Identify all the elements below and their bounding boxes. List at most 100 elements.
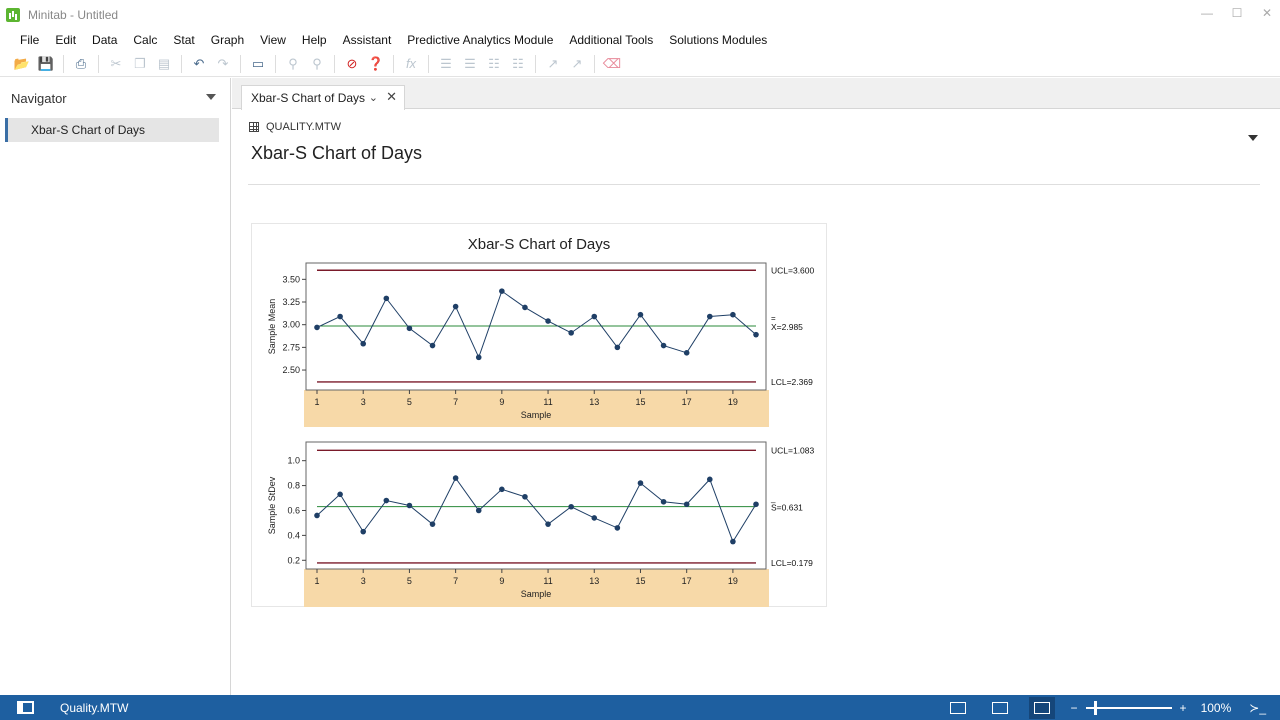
- command-line-icon[interactable]: ≻_: [1249, 701, 1266, 715]
- plot-area: [305, 441, 767, 570]
- menu-data[interactable]: Data: [84, 33, 125, 47]
- cancel-icon[interactable]: ⊘: [342, 54, 362, 74]
- lcl-label: LCL=0.179: [771, 558, 813, 568]
- zoom-slider-thumb[interactable]: [1094, 700, 1098, 715]
- menu-assistant[interactable]: Assistant: [335, 33, 400, 47]
- x-tick-label: 11: [543, 397, 552, 407]
- menu-file[interactable]: File: [12, 33, 47, 47]
- data-point: [499, 288, 505, 294]
- chart-title: Xbar-S Chart of Days: [468, 236, 611, 253]
- toolbar-divider: [98, 54, 99, 73]
- toolbar-divider: [181, 54, 182, 73]
- window-title: Minitab - Untitled: [28, 8, 119, 22]
- chart-svg: Xbar-S Chart of Days 2.50 2.75 3.00 3.25 3.5…: [267, 236, 815, 607]
- sort-icon[interactable]: ☷: [508, 54, 528, 74]
- data-point: [683, 350, 690, 356]
- data-point: [499, 486, 505, 493]
- data-point: [337, 313, 343, 320]
- x-tick-label: 17: [682, 397, 692, 407]
- window-icon[interactable]: ▭: [248, 54, 268, 74]
- eraser-icon[interactable]: ⌫: [602, 54, 622, 74]
- x-tick-label: 9: [499, 397, 504, 407]
- menu-calc[interactable]: Calc: [125, 33, 165, 47]
- tab-label: Xbar-S Chart of Days: [251, 91, 366, 105]
- menu-graph[interactable]: Graph: [203, 33, 252, 47]
- data-point: [429, 521, 436, 527]
- print-icon[interactable]: ⎙: [71, 54, 91, 74]
- x-tick-label: 19: [728, 576, 738, 586]
- menu-view[interactable]: View: [252, 33, 294, 47]
- x-axis-label: Sample: [521, 589, 552, 599]
- toolbar-divider: [428, 54, 429, 73]
- y-tick-label: 2.75: [282, 342, 300, 352]
- grid-view-icon[interactable]: [991, 701, 1008, 714]
- data-point: [429, 342, 436, 349]
- layout-icon[interactable]: ☰: [460, 54, 480, 74]
- tab-xbar-s-chart[interactable]: Xbar-S Chart of Days ⌄ ✕: [241, 85, 405, 110]
- help-icon[interactable]: ❓: [366, 54, 386, 74]
- data-point: [383, 497, 390, 504]
- worksheet-view-icon[interactable]: [949, 701, 966, 714]
- worksheet-grid-icon: [249, 122, 259, 132]
- xbar-s-chart[interactable]: Xbar-S Chart of Days 2.50 2.75 3.00 3.25 3.5…: [251, 223, 827, 607]
- toolbar-divider: [535, 54, 536, 73]
- undo-icon[interactable]: ↶: [189, 54, 209, 74]
- worksheet-reference: QUALITY.MTW: [249, 121, 341, 133]
- menu-help[interactable]: Help: [294, 33, 335, 47]
- close-window-button[interactable]: ✕: [1260, 6, 1274, 20]
- menu-edit[interactable]: Edit: [47, 33, 84, 47]
- x-tick-label: 5: [407, 397, 412, 407]
- x-tick-label: 3: [361, 397, 366, 407]
- find-icon[interactable]: ⚲: [283, 54, 303, 74]
- y-tick-label: 3.50: [282, 274, 300, 284]
- menu-additional-tools[interactable]: Additional Tools: [561, 33, 661, 47]
- ucl-label: UCL=1.083: [771, 445, 815, 455]
- chart-edit-icon[interactable]: ↗: [567, 54, 587, 74]
- menu-solutions-modules[interactable]: Solutions Modules: [661, 33, 775, 47]
- open-icon[interactable]: 📂: [12, 54, 32, 74]
- zoom-slider[interactable]: [1085, 700, 1172, 715]
- output-options-icon[interactable]: [1248, 135, 1258, 141]
- x-tick-label: 11: [543, 576, 552, 586]
- navigator-item-label: Xbar-S Chart of Days: [31, 123, 146, 137]
- data-point: [545, 318, 551, 324]
- navigator-item-xbar-s-chart[interactable]: Xbar-S Chart of Days: [5, 118, 219, 142]
- data-point: [591, 313, 598, 320]
- y-tick-label: 0.6: [287, 505, 300, 515]
- zoom-out-button[interactable]: −: [1071, 701, 1078, 715]
- output-view-icon[interactable]: [1028, 696, 1055, 719]
- close-icon[interactable]: ✕: [386, 89, 397, 105]
- paste-icon[interactable]: ▤: [154, 54, 174, 74]
- chart-brush-icon[interactable]: ↗: [543, 54, 563, 74]
- toolbar-divider: [334, 54, 335, 73]
- zoom-in-button[interactable]: +: [1180, 701, 1187, 715]
- navigator-menu-icon[interactable]: [206, 94, 216, 100]
- data-point: [568, 330, 574, 336]
- maximize-button[interactable]: ☐: [1230, 6, 1244, 20]
- menu-stat[interactable]: Stat: [165, 33, 202, 47]
- x-tick-label: 13: [589, 576, 599, 586]
- align-icon[interactable]: ☰: [436, 54, 456, 74]
- data-point: [383, 295, 390, 302]
- lcl-label: LCL=2.369: [771, 377, 813, 387]
- y-tick-label: 0.4: [287, 530, 300, 540]
- save-icon[interactable]: 💾: [36, 54, 56, 74]
- formula-icon[interactable]: fx: [401, 54, 421, 74]
- navigator-title: Navigator: [11, 90, 67, 106]
- redo-icon[interactable]: ↷: [213, 54, 233, 74]
- menu-predictive-analytics[interactable]: Predictive Analytics Module: [399, 33, 561, 47]
- title-bar: Minitab - Untitled — ☐ ✕: [0, 0, 1280, 30]
- data-point: [475, 354, 482, 361]
- toggle-navigator-icon[interactable]: [17, 701, 34, 714]
- chevron-down-icon[interactable]: ⌄: [369, 91, 378, 104]
- data-point: [706, 476, 713, 483]
- x-tick-label: 9: [499, 576, 504, 586]
- menu-bar: File Edit Data Calc Stat Graph View Help…: [0, 30, 1280, 50]
- minimize-button[interactable]: —: [1200, 6, 1214, 20]
- tree-icon[interactable]: ☷: [484, 54, 504, 74]
- divider: [248, 184, 1260, 185]
- cut-icon[interactable]: ✂: [106, 54, 126, 74]
- replace-icon[interactable]: ⚲: [307, 54, 327, 74]
- toolbar-divider: [275, 54, 276, 73]
- copy-icon[interactable]: ❐: [130, 54, 150, 74]
